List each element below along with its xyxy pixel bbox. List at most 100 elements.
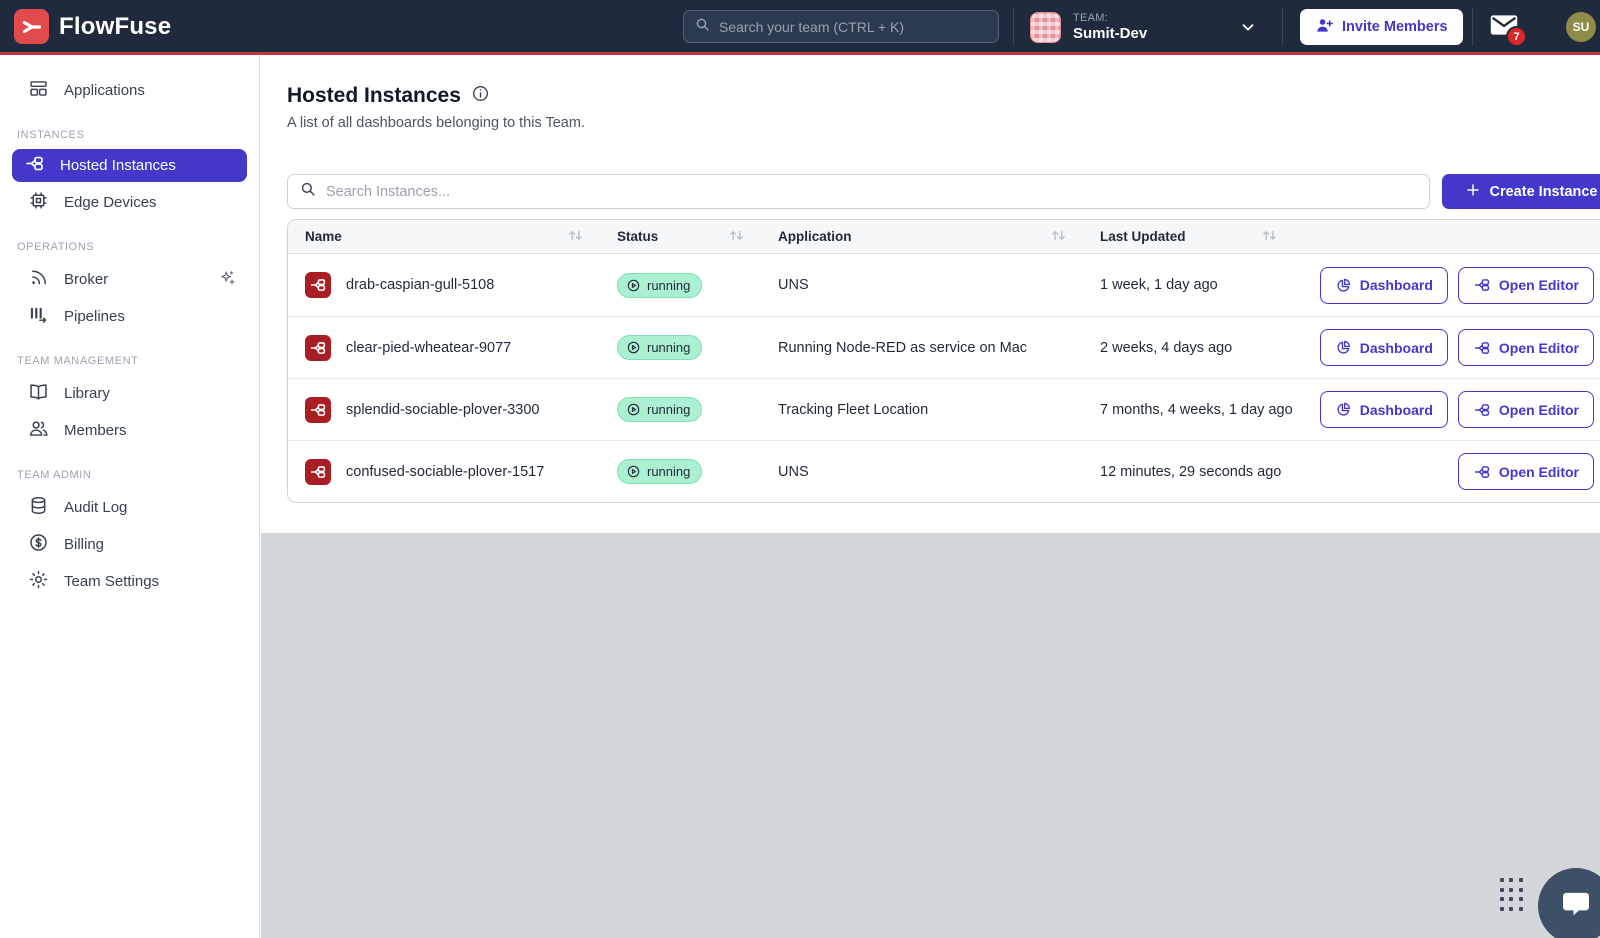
invite-members-button[interactable]: Invite Members — [1300, 9, 1463, 45]
notification-count-badge: 7 — [1506, 26, 1527, 47]
instance-icon — [305, 459, 331, 485]
instances-search-input[interactable] — [326, 184, 1418, 200]
instance-name: clear-pied-wheatear-9077 — [346, 340, 511, 356]
chat-drag-handle[interactable] — [1500, 878, 1524, 912]
status-label: running — [647, 464, 690, 479]
plus-icon — [1465, 182, 1481, 202]
sidebar-item-applications[interactable]: Applications — [0, 72, 259, 109]
sidebar-item-label: Billing — [64, 536, 104, 553]
sort-icon[interactable] — [1051, 229, 1066, 245]
create-instance-label: Create Instance — [1490, 184, 1598, 200]
column-header-application[interactable]: Application — [778, 229, 1100, 245]
last-updated: 7 months, 4 weeks, 1 day ago — [1100, 402, 1311, 418]
column-header-status[interactable]: Status — [617, 229, 778, 245]
dashboard-label: Dashboard — [1360, 402, 1433, 418]
search-icon — [299, 180, 317, 203]
navbar-divider — [1282, 8, 1283, 46]
status-badge: running — [617, 335, 702, 360]
open-editor-label: Open Editor — [1499, 340, 1579, 356]
status-badge: running — [617, 459, 702, 484]
instances-table: Name Status Application Last Updated — [287, 219, 1600, 503]
sidebar-item-hosted-instances[interactable]: Hosted Instances — [12, 149, 247, 182]
dashboard-button[interactable]: Dashboard — [1320, 391, 1448, 428]
sort-icon[interactable] — [1262, 229, 1277, 245]
sidebar-section-instances: INSTANCES — [17, 129, 259, 141]
table-row[interactable]: splendid-sociable-plover-3300 running Tr… — [288, 378, 1600, 440]
chevron-down-icon[interactable] — [1239, 18, 1257, 41]
user-avatar[interactable]: SU — [1566, 12, 1596, 42]
team-name: Sumit-Dev — [1073, 25, 1147, 42]
status-label: running — [647, 278, 690, 293]
status-badge: running — [617, 273, 702, 298]
open-editor-icon — [1473, 463, 1491, 481]
sidebar-item-pipelines[interactable]: Pipelines — [0, 298, 259, 335]
sidebar-item-team-settings[interactable]: Team Settings — [0, 563, 259, 600]
table-row[interactable]: confused-sociable-plover-1517 running UN… — [288, 440, 1600, 502]
sidebar-item-label: Edge Devices — [64, 194, 157, 211]
open-editor-icon — [1473, 339, 1491, 357]
instance-icon — [305, 397, 331, 423]
navbar-divider — [1013, 8, 1014, 46]
status-label: running — [647, 340, 690, 355]
global-search-input[interactable] — [719, 19, 988, 35]
instance-icon — [305, 272, 331, 298]
sort-icon[interactable] — [568, 229, 583, 245]
sidebar-item-billing[interactable]: Billing — [0, 526, 259, 563]
sidebar-item-members[interactable]: Members — [0, 412, 259, 449]
dashboard-button[interactable]: Dashboard — [1320, 267, 1448, 304]
table-row[interactable]: drab-caspian-gull-5108 running UNS 1 wee… — [288, 254, 1600, 316]
broadcast-icon — [28, 267, 49, 292]
chip-icon — [28, 190, 49, 215]
sparkles-icon — [217, 268, 237, 292]
global-search — [683, 10, 999, 43]
sidebar-item-label: Broker — [64, 271, 108, 288]
open-editor-icon — [1473, 276, 1491, 294]
sidebar-item-audit-log[interactable]: Audit Log — [0, 489, 259, 526]
user-plus-icon — [1315, 16, 1334, 39]
top-navbar: FlowFuse TEAM: Sumit-Dev Invite Members … — [0, 0, 1600, 55]
status-badge: running — [617, 397, 702, 422]
column-header-label: Name — [305, 229, 342, 244]
sidebar-item-library[interactable]: Library — [0, 375, 259, 412]
instance-name: drab-caspian-gull-5108 — [346, 277, 494, 293]
pie-chart-icon — [1335, 339, 1352, 356]
sidebar-item-label: Hosted Instances — [60, 157, 176, 174]
instance-icon — [305, 335, 331, 361]
dashboard-button[interactable]: Dashboard — [1320, 329, 1448, 366]
sidebar-item-edge-devices[interactable]: Edge Devices — [0, 184, 259, 221]
open-editor-button[interactable]: Open Editor — [1458, 453, 1594, 490]
currency-dollar-icon — [28, 532, 49, 557]
application-name: UNS — [778, 464, 1100, 480]
gear-icon — [28, 569, 49, 594]
hosted-instances-panel: Hosted Instances A list of all dashboard… — [261, 55, 1600, 533]
column-header-last-updated[interactable]: Last Updated — [1100, 229, 1311, 245]
column-header-label: Last Updated — [1100, 229, 1186, 244]
sidebar-section-team-admin: TEAM ADMIN — [17, 469, 259, 481]
create-instance-button[interactable]: Create Instance — [1442, 174, 1600, 209]
open-editor-button[interactable]: Open Editor — [1458, 329, 1594, 366]
notifications-button[interactable]: 7 — [1489, 13, 1529, 45]
open-editor-button[interactable]: Open Editor — [1458, 267, 1594, 304]
team-label: TEAM: — [1073, 12, 1147, 24]
open-editor-icon — [1473, 401, 1491, 419]
column-header-name[interactable]: Name — [288, 229, 617, 245]
sidebar-item-label: Audit Log — [64, 499, 127, 516]
main-area: Hosted Instances A list of all dashboard… — [261, 55, 1600, 938]
flowfuse-logo-icon — [14, 9, 49, 44]
info-icon[interactable] — [471, 84, 490, 108]
team-switcher[interactable]: TEAM: Sumit-Dev — [1030, 8, 1265, 46]
table-row[interactable]: clear-pied-wheatear-9077 running Running… — [288, 316, 1600, 378]
search-icon — [694, 16, 711, 38]
brand-name: FlowFuse — [59, 13, 171, 41]
sidebar-section-operations: OPERATIONS — [17, 241, 259, 253]
pie-chart-icon — [1335, 277, 1352, 294]
instance-node-icon — [24, 153, 45, 178]
sidebar-section-team-management: TEAM MANAGEMENT — [17, 355, 259, 367]
brand-logo[interactable]: FlowFuse — [14, 9, 171, 44]
sidebar-item-label: Members — [64, 422, 127, 439]
sidebar-item-broker[interactable]: Broker — [0, 261, 259, 298]
status-label: running — [647, 402, 690, 417]
open-editor-button[interactable]: Open Editor — [1458, 391, 1594, 428]
team-avatar — [1030, 12, 1061, 43]
sort-icon[interactable] — [729, 229, 744, 245]
